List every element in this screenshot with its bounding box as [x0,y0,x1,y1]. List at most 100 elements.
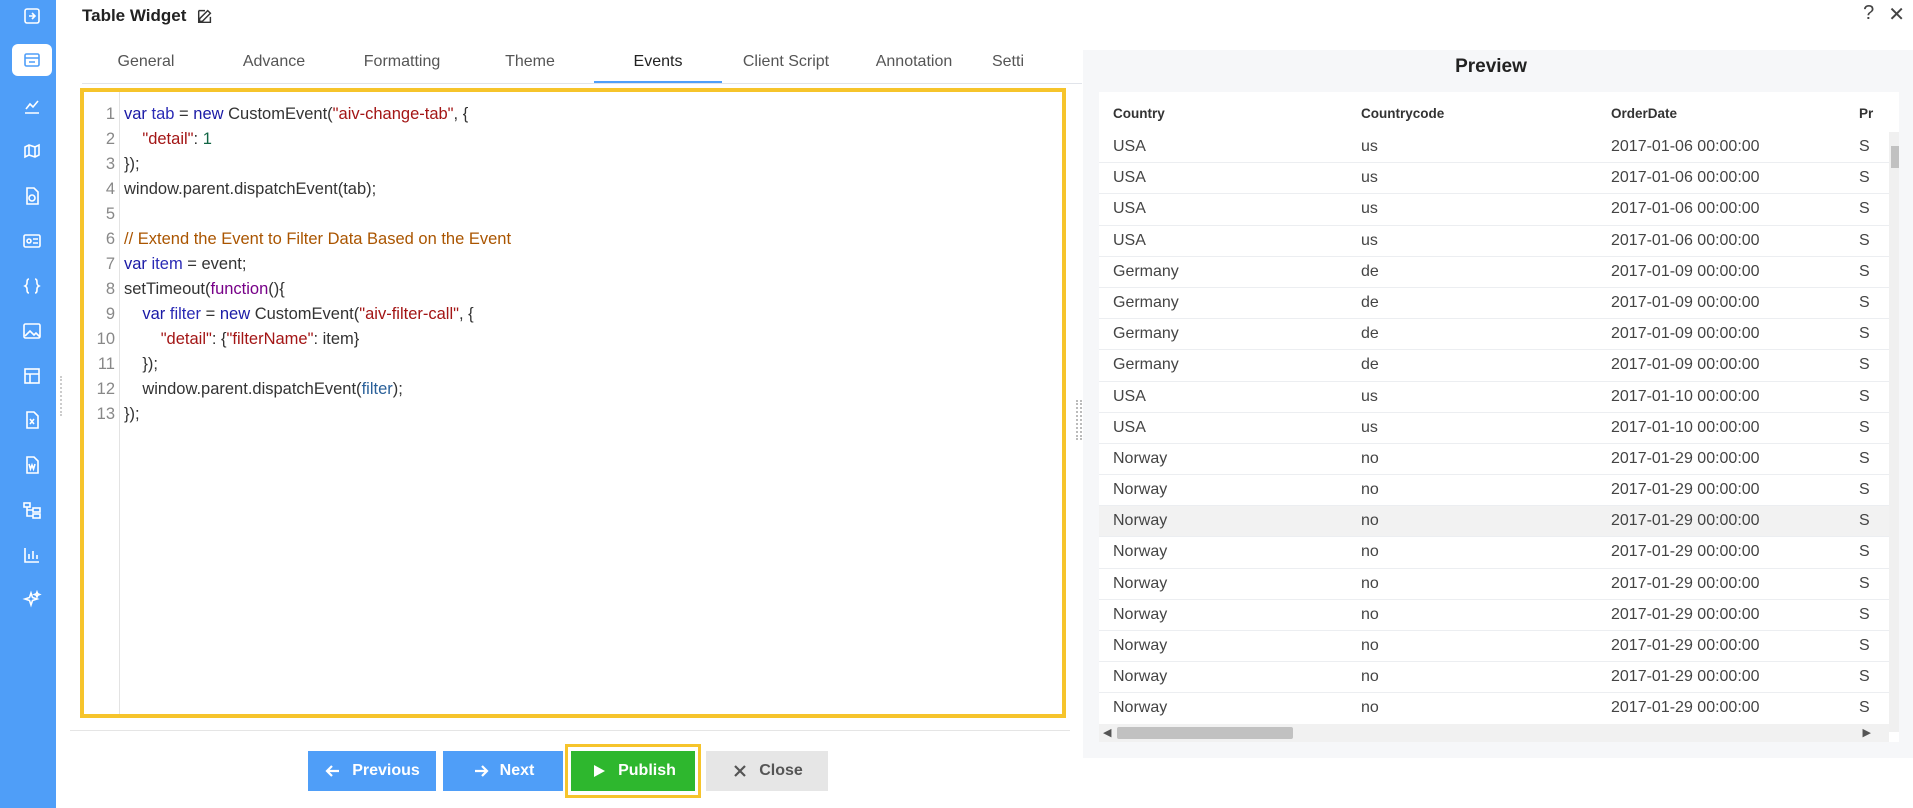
table-cell: no [1361,574,1379,592]
table-cell: Norway [1113,481,1168,499]
tab-events[interactable]: Events [594,44,722,83]
table-row[interactable]: Norway no 2017-01-29 00:00:00 S [1099,569,1899,600]
layout-icon[interactable] [12,360,52,392]
tab-settings[interactable]: Setti [978,44,1038,83]
table-cell: Germany [1113,262,1179,280]
close-button[interactable]: Close [706,751,828,791]
table-row[interactable]: Germany de 2017-01-09 00:00:00 S [1099,288,1899,320]
table-row[interactable]: USA us 2017-01-06 00:00:00 S [1099,163,1899,195]
table-row[interactable]: Norway no 2017-01-29 00:00:00 S [1099,600,1899,631]
table-cell: S [1859,356,1870,374]
table-row[interactable]: Norway no 2017-01-29 00:00:00 S [1099,475,1899,507]
window-controls: ? ✕ [1863,2,1905,27]
table-cell: us [1361,418,1378,436]
next-button[interactable]: Next [443,751,563,791]
table-cell: S [1859,169,1870,187]
arrow-right-box-icon[interactable] [12,0,52,32]
edit-icon[interactable] [196,7,214,25]
table-icon[interactable] [12,44,52,76]
code-line: 3}); [105,155,140,173]
excel-icon[interactable] [12,404,52,436]
arrow-left-icon [325,765,340,777]
table-cell: S [1859,387,1870,405]
table-cell: S [1859,325,1870,343]
table-cell: S [1859,605,1870,623]
table-row[interactable]: Norway no 2017-01-29 00:00:00 S [1099,444,1899,476]
column-header[interactable]: Countrycode [1361,106,1444,121]
image-icon[interactable] [12,315,52,347]
id-card-icon[interactable] [12,225,52,257]
table-cell: USA [1113,231,1146,249]
vertical-scrollbar[interactable] [1889,132,1899,732]
horizontal-scrollbar[interactable]: ◀ ▶ [1099,724,1889,742]
table-row[interactable]: Norway no 2017-01-29 00:00:00 S [1099,631,1899,663]
sparkle-icon[interactable] [12,584,52,616]
tab-client-script[interactable]: Client Script [722,44,850,83]
table-cell: Germany [1113,325,1179,343]
code-line: 6// Extend the Event to Filter Data Base… [105,230,512,248]
line-chart-icon[interactable] [12,90,52,122]
table-cell: us [1361,169,1378,187]
table-cell: de [1361,293,1379,311]
tab-theme[interactable]: Theme [466,44,594,83]
table-row[interactable]: USA us 2017-01-06 00:00:00 S [1099,132,1899,164]
table-cell: Germany [1113,356,1179,374]
table-row[interactable]: USA us 2017-01-10 00:00:00 S [1099,413,1899,444]
help-icon[interactable]: ? [1863,2,1874,27]
table-row[interactable]: USA us 2017-01-06 00:00:00 S [1099,226,1899,257]
preview-table[interactable]: Country Countrycode OrderDate Pr USA us 20… [1099,92,1899,742]
table-cell: 2017-01-06 00:00:00 [1611,231,1760,249]
table-cell: 2017-01-29 00:00:00 [1611,512,1760,530]
table-cell: S [1859,293,1870,311]
table-cell: 2017-01-06 00:00:00 [1611,200,1760,218]
table-row[interactable]: USA us 2017-01-10 00:00:00 S [1099,382,1899,413]
code-line: 5 [105,205,115,223]
table-cell: 2017-01-29 00:00:00 [1611,574,1760,592]
column-header[interactable]: Country [1113,106,1165,121]
tab-formatting[interactable]: Formatting [338,44,466,83]
table-cell: no [1361,668,1379,686]
table-cell: 2017-01-29 00:00:00 [1611,449,1760,467]
scroll-right-arrow[interactable]: ▶ [1863,726,1871,739]
previous-button[interactable]: Previous [308,751,436,791]
close-icon[interactable]: ✕ [1888,2,1905,27]
table-row[interactable]: Norway no 2017-01-29 00:00:00 S [1099,693,1899,725]
tab-annotation[interactable]: Annotation [850,44,978,83]
table-cell: USA [1113,138,1146,155]
table-cell: no [1361,699,1379,717]
table-row[interactable]: Norway no 2017-01-29 00:00:00 S [1099,506,1899,538]
word-icon[interactable] [12,449,52,481]
left-icon-bar [0,0,56,808]
table-row[interactable]: Germany de 2017-01-09 00:00:00 S [1099,350,1899,382]
table-cell: 2017-01-09 00:00:00 [1611,356,1760,374]
resize-grip[interactable] [60,376,64,416]
table-cell: USA [1113,169,1146,187]
table-row[interactable]: Norway no 2017-01-29 00:00:00 S [1099,537,1899,569]
table-row[interactable]: Germany de 2017-01-09 00:00:00 S [1099,257,1899,288]
play-icon [594,765,606,777]
table-cell: S [1859,449,1870,467]
publish-button[interactable]: Publish [571,751,695,791]
tab-advance[interactable]: Advance [210,44,338,83]
table-cell: de [1361,356,1379,374]
table-cell: 2017-01-06 00:00:00 [1611,169,1760,187]
panel-splitter[interactable] [1076,400,1082,440]
report-icon[interactable] [12,180,52,212]
tab-general[interactable]: General [82,44,210,83]
table-cell: no [1361,605,1379,623]
table-row[interactable]: Germany de 2017-01-09 00:00:00 S [1099,319,1899,351]
scrollbar-thumb[interactable] [1117,727,1293,739]
scroll-left-arrow[interactable]: ◀ [1103,726,1111,739]
column-header[interactable]: Pr [1859,106,1873,121]
bar-chart-icon[interactable] [12,539,52,571]
code-editor[interactable]: 1 var tab = new CustomEvent("aiv-change-t… [80,88,1066,718]
map-icon[interactable] [12,135,52,167]
table-cell: Norway [1113,637,1168,654]
table-row[interactable]: USA us 2017-01-06 00:00:00 S [1099,194,1899,226]
braces-icon[interactable] [12,270,52,302]
column-header[interactable]: OrderDate [1611,106,1677,121]
scrollbar-thumb[interactable] [1891,146,1899,168]
table-cell: no [1361,449,1379,467]
table-row[interactable]: Norway no 2017-01-29 00:00:00 S [1099,662,1899,694]
tree-icon[interactable] [12,494,52,526]
